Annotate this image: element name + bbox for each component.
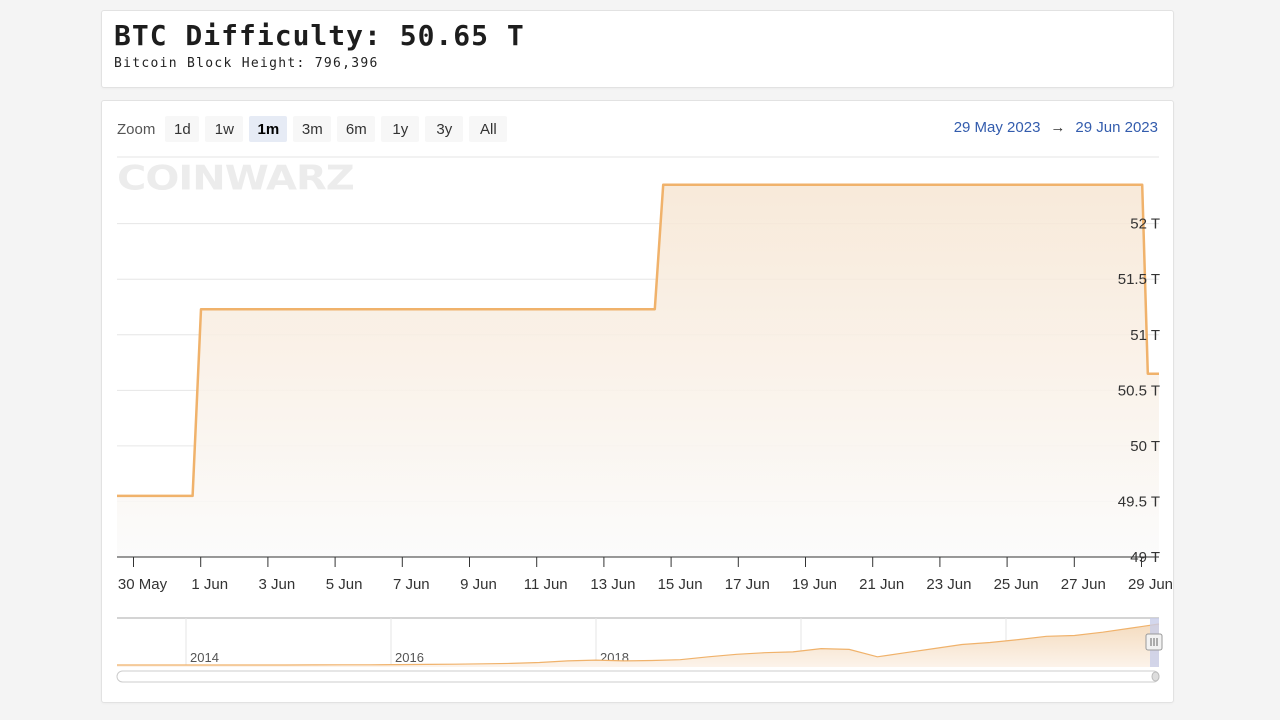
x-tick-label: 9 Jun (460, 576, 497, 593)
header-card: BTC Difficulty: 50.65 T Bitcoin Block He… (101, 10, 1174, 88)
y-tick-label: 50 T (1130, 438, 1160, 455)
x-tick-label: 5 Jun (326, 576, 363, 593)
x-tick-label: 7 Jun (393, 576, 430, 593)
x-tick-label: 1 Jun (191, 576, 228, 593)
chart-card: Zoom 1d 1w 1m 3m 6m 1y 3y All 29 May 202… (101, 100, 1174, 703)
x-tick-label: 3 Jun (259, 576, 296, 593)
x-tick-label: 15 Jun (658, 576, 703, 593)
y-tick-label: 52 T (1130, 216, 1160, 233)
x-tick-label: 17 Jun (725, 576, 770, 593)
block-height-subtitle: Bitcoin Block Height: 796,396 (114, 56, 379, 71)
x-tick-label: 11 Jun (524, 576, 568, 593)
navigator-year-label: 2014 (190, 650, 219, 665)
x-tick-label: 19 Jun (792, 576, 837, 593)
x-tick-label: 23 Jun (926, 576, 971, 593)
x-tick-label: 27 Jun (1061, 576, 1106, 593)
navigator-year-label: 2016 (395, 650, 424, 665)
page-title: BTC Difficulty: 50.65 T (114, 19, 525, 52)
x-tick-label: 25 Jun (994, 576, 1039, 593)
navigator-scrollbar-track[interactable] (116, 670, 1160, 683)
x-tick-label: 21 Jun (859, 576, 904, 593)
difficulty-chart[interactable]: 49 T49.5 T50 T50.5 T51 T51.5 T52 T30 May… (102, 101, 1173, 702)
x-tick-label: 30 May (118, 576, 168, 593)
y-tick-label: 50.5 T (1118, 382, 1160, 399)
difficulty-area (117, 184, 1159, 558)
x-tick-label: 29 Jun (1128, 576, 1173, 593)
y-tick-label: 49.5 T (1118, 493, 1160, 510)
x-tick-label: 13 Jun (590, 576, 635, 593)
navigator-scrollbar-thumb[interactable] (1151, 671, 1160, 682)
y-tick-label: 51.5 T (1118, 271, 1160, 288)
y-tick-label: 51 T (1130, 327, 1160, 344)
